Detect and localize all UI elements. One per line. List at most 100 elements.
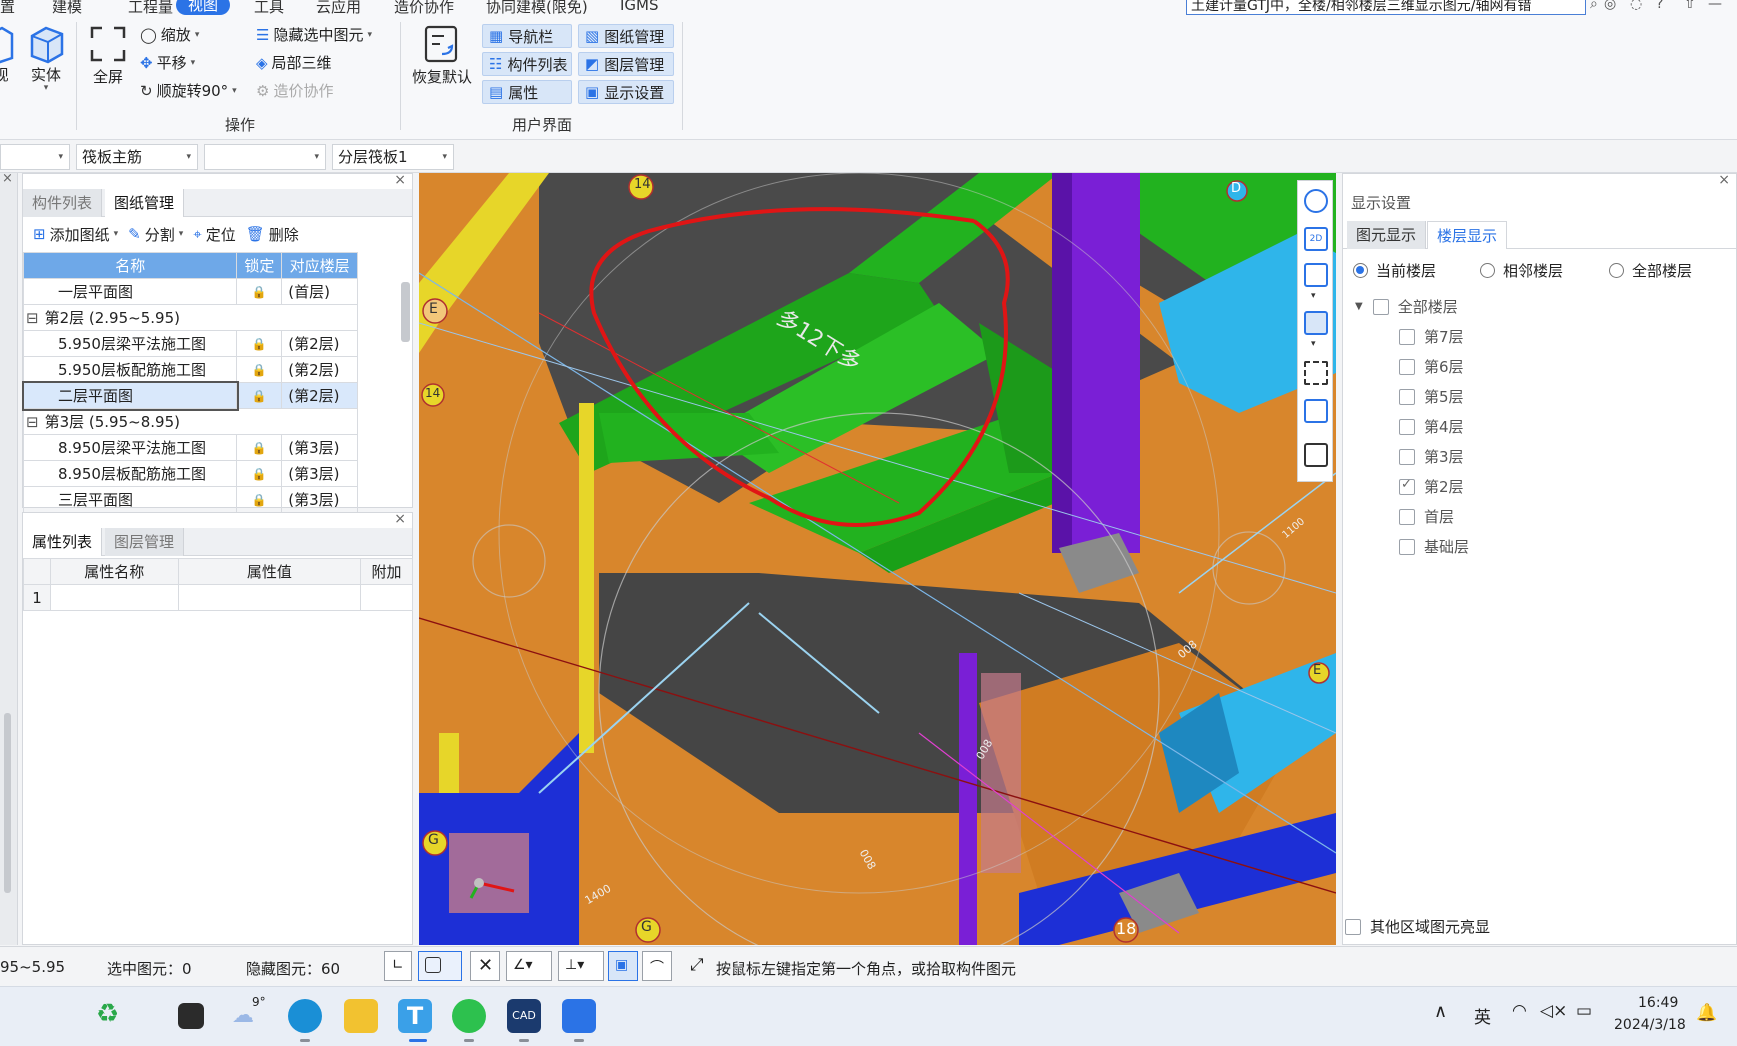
lock-icon[interactable]: 🔒 — [236, 486, 283, 513]
terminal-icon[interactable] — [178, 1003, 204, 1029]
chevron-down-icon[interactable]: ▼ — [1355, 301, 1363, 312]
collapse-icon[interactable]: ⊟ — [26, 309, 39, 327]
add-drawing-button[interactable]: ⊞ 添加图纸 ▾ — [33, 224, 118, 245]
column-header-name[interactable]: 名称 — [22, 252, 238, 279]
menu-tab-cost-collab[interactable]: 造价协作 — [394, 0, 454, 17]
menu-tab-cloud[interactable]: 云应用 — [316, 0, 361, 17]
menu-tab-settings[interactable]: 置 — [0, 0, 15, 17]
ortho-button[interactable]: ∟ — [384, 951, 412, 981]
close-icon[interactable]: × — [394, 511, 406, 527]
chevron-down-icon[interactable]: ▾ — [1311, 291, 1316, 301]
floor-checkbox-item[interactable]: 第5层 — [1399, 386, 1464, 407]
column-header-floor[interactable]: 对应楼层 — [281, 252, 358, 279]
menu-tab-igms[interactable]: IGMS — [620, 0, 659, 14]
scrollbar[interactable] — [401, 282, 410, 342]
user-icon[interactable]: ◎ — [1604, 0, 1616, 12]
drawing-row[interactable]: 5.950层板配筋施工图 🔒 (第2层) — [22, 356, 358, 383]
type-dropdown[interactable]: 筏板主筋 ▾ — [76, 144, 198, 170]
fullscreen-icon[interactable] — [1304, 361, 1328, 385]
3d-cube-icon[interactable] — [1304, 263, 1328, 287]
tab-floor-display[interactable]: 楼层显示 — [1427, 221, 1508, 249]
battery-icon[interactable]: ▭ — [1576, 1001, 1592, 1021]
floor-checkbox-item[interactable]: 第7层 — [1399, 326, 1464, 347]
checkbox[interactable] — [1399, 538, 1415, 555]
table-row[interactable]: 1 — [23, 584, 413, 611]
menu-tab-view[interactable]: 视图 — [176, 0, 231, 15]
ime-indicator[interactable]: 英 — [1474, 1003, 1491, 1028]
lock-icon[interactable]: 🔒 — [236, 278, 283, 305]
recycle-icon[interactable]: ♻ — [96, 999, 156, 1033]
search-icon[interactable]: ⌕ — [1590, 0, 1598, 12]
floor-checkbox-item[interactable]: 第3层 — [1399, 446, 1464, 467]
split-button[interactable]: ✎ 分割 ▾ — [128, 224, 183, 245]
close-icon[interactable]: × — [2, 171, 13, 186]
menu-tab-modeling[interactable]: 建模 — [52, 0, 82, 17]
lock-icon[interactable]: 🔒 — [236, 434, 283, 461]
tab-property-list[interactable]: 属性列表 — [23, 528, 103, 556]
zoom-button[interactable]: ◯ 缩放 ▾ — [140, 24, 199, 45]
component-dropdown[interactable]: 分层筏板1 ▾ — [332, 144, 454, 170]
floor-checkbox-item[interactable]: 第4层 — [1399, 416, 1464, 437]
scrollbar[interactable] — [4, 713, 11, 893]
mountain-app-icon[interactable] — [562, 999, 596, 1033]
close-icon[interactable]: × — [1718, 172, 1730, 188]
display-settings-button[interactable]: ▣ 显示设置 — [578, 80, 674, 104]
minimize-icon[interactable]: — — [1708, 0, 1722, 12]
navbar-button[interactable]: ▦ 导航栏 — [482, 24, 572, 48]
subtype-dropdown[interactable]: ▾ — [204, 144, 326, 170]
menu-tab-tools[interactable]: 工具 — [254, 0, 284, 17]
floor-group-row[interactable]: ⊟ 第2层 (2.95~5.95) — [23, 304, 358, 331]
tab-drawing-mgmt[interactable]: 图纸管理 — [105, 189, 185, 217]
checkbox[interactable] — [1399, 508, 1415, 525]
pin-icon[interactable]: ⇧ — [1684, 0, 1696, 12]
chevron-up-icon[interactable]: ∧ — [1434, 1001, 1447, 1022]
radio-adjacent-floor[interactable]: 相邻楼层 — [1480, 260, 1563, 281]
snap-button[interactable]: ⊥▾ — [558, 951, 604, 981]
weather-widget[interactable]: ☁ 9° — [232, 995, 272, 1033]
search-input[interactable]: 土建计量GTJ中，全楼/相邻楼层三维显示图元/轴网有错 — [1186, 0, 1586, 15]
local-3d-icon[interactable] — [1304, 399, 1328, 423]
local-3d-button[interactable]: ◈ 局部三维 — [256, 52, 332, 73]
rotate-button[interactable]: ↻ 顺旋转90° ▾ — [140, 80, 237, 101]
solid-button[interactable]: 实体 ▾ — [26, 24, 66, 93]
locate-button[interactable]: ⌖ 定位 — [193, 224, 235, 245]
angle-button[interactable]: ∠▾ — [506, 951, 552, 981]
layer-mgmt-button[interactable]: ◩ 图层管理 — [578, 52, 674, 76]
cross-button[interactable]: ✕ — [470, 951, 500, 981]
help-icon[interactable]: ? — [1656, 0, 1663, 12]
wechat-icon[interactable] — [452, 999, 486, 1033]
other-area-highlight-checkbox[interactable]: 其他区域图元亮显 — [1345, 916, 1490, 937]
collapse-icon[interactable]: ⊟ — [26, 413, 39, 431]
wifi-icon[interactable]: ◠ — [1512, 1001, 1527, 1021]
clock-date[interactable]: 2024/3/18 — [1614, 1017, 1686, 1033]
3d-model-canvas[interactable] — [419, 173, 1336, 945]
solid-view-icon[interactable] — [1304, 311, 1328, 335]
hide-selected-button[interactable]: ☰ 隐藏选中图元 ▾ — [256, 24, 372, 45]
glodon-icon[interactable]: T — [398, 999, 432, 1033]
floor-checkbox-item[interactable]: 首层 — [1399, 506, 1454, 527]
checkbox[interactable] — [1399, 328, 1415, 345]
floor-dropdown[interactable]: ▾ — [0, 144, 70, 170]
curve-button[interactable]: ⌒ — [642, 951, 672, 981]
all-floors-tree-node[interactable]: ▼ 全部楼层 — [1355, 296, 1458, 317]
drawing-mgmt-button[interactable]: ▧ 图纸管理 — [578, 24, 674, 48]
component-list-button[interactable]: ☷ 构件列表 — [482, 52, 572, 76]
edge-icon[interactable] — [288, 999, 322, 1033]
radio-current-floor[interactable]: 当前楼层 — [1353, 260, 1436, 281]
cad-icon[interactable]: CAD — [507, 999, 541, 1033]
checkbox[interactable] — [1399, 388, 1415, 405]
menu-tab-quantity[interactable]: 工程量 — [128, 0, 173, 17]
lock-icon[interactable]: 🔒 — [236, 356, 283, 383]
close-icon[interactable]: × — [394, 172, 406, 188]
column-header-lock[interactable]: 锁定 — [236, 252, 283, 279]
settings-list-icon[interactable] — [1304, 443, 1328, 467]
floor-checkbox-item[interactable]: 第6层 — [1399, 356, 1464, 377]
grid-snap-button[interactable]: ▣ — [608, 951, 638, 981]
drawing-row[interactable]: 一层平面图 🔒 (首层) — [22, 278, 358, 305]
chat-icon[interactable]: ◌ — [1630, 0, 1642, 12]
2d-icon[interactable]: 2D — [1304, 227, 1328, 251]
volume-icon[interactable]: ◁× — [1540, 1001, 1567, 1021]
menu-tab-collab-modeling[interactable]: 协同建模(限免) — [486, 0, 588, 17]
folder-icon[interactable] — [344, 999, 378, 1033]
lock-icon[interactable]: 🔒 — [236, 330, 283, 357]
